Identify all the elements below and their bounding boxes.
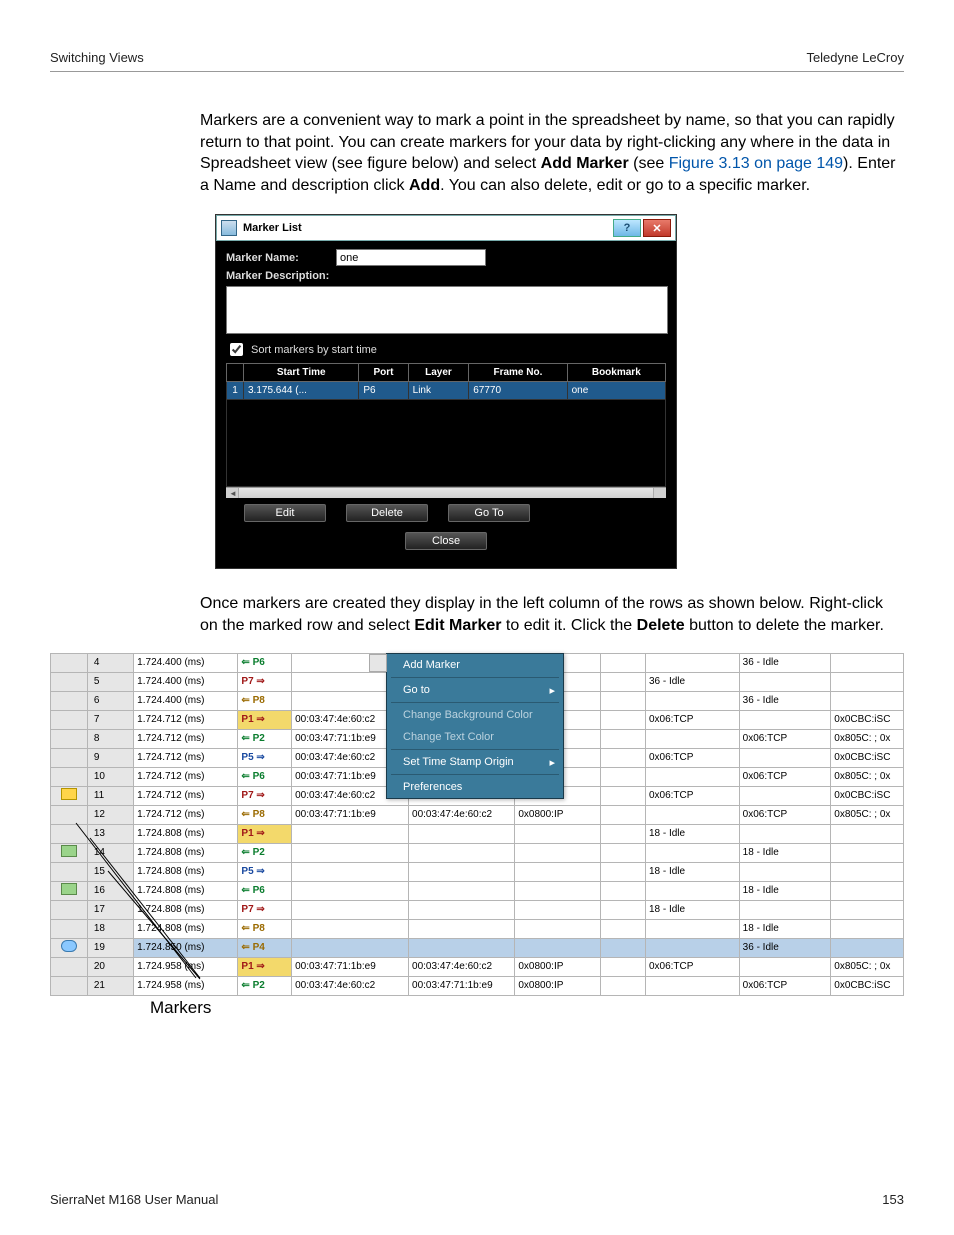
table-row[interactable]: 191.724.850 (ms)P436 - Idle (51, 938, 904, 957)
marker-list-dialog: Marker List ? ✕ Marker Name: Marker Desc… (215, 214, 677, 569)
figure-caption: Markers (150, 998, 904, 1018)
sort-by-start-checkbox[interactable]: Sort markers by start time (226, 340, 666, 359)
col-frame-no[interactable]: Frame No. (469, 364, 567, 382)
ctx-add-marker[interactable]: Add Marker (387, 654, 563, 676)
table-row[interactable]: 141.724.808 (ms)P218 - Idle (51, 843, 904, 862)
ctx-change-bg[interactable]: Change Background Color (387, 704, 563, 726)
ctx-set-time-origin[interactable]: Set Time Stamp Origin▸ (387, 751, 563, 773)
close-button[interactable]: Close (405, 532, 487, 550)
table-row[interactable]: 121.724.712 (ms)P800:03:47:71:1b:e900:03… (51, 805, 904, 824)
table-row[interactable]: 211.724.958 (ms)P200:03:47:4e:60:c200:03… (51, 976, 904, 995)
table-row[interactable]: 161.724.808 (ms)P618 - Idle (51, 881, 904, 900)
marker-icon (61, 940, 77, 952)
dialog-titlebar: Marker List ? ✕ (216, 215, 676, 241)
marker-icon (61, 883, 77, 895)
dialog-icon (221, 220, 237, 236)
close-x-button[interactable]: ✕ (643, 219, 671, 237)
table-row[interactable]: 171.724.808 (ms)P718 - Idle (51, 900, 904, 919)
marker-list-table: Start Time Port Layer Frame No. Bookmark… (226, 363, 666, 487)
col-port[interactable]: Port (359, 364, 408, 382)
col-bookmark[interactable]: Bookmark (567, 364, 665, 382)
col-start-time[interactable]: Start Time (244, 364, 359, 382)
marker-row[interactable]: 1 3.175.644 (... P6 Link 67770 one (227, 382, 666, 400)
dialog-title: Marker List (243, 222, 611, 234)
goto-button[interactable]: Go To (448, 504, 530, 522)
context-menu: Add Marker Go to▸ Change Background Colo… (386, 653, 564, 799)
col-layer[interactable]: Layer (408, 364, 469, 382)
help-button[interactable]: ? (613, 219, 641, 237)
marker-desc-label: Marker Description: (226, 270, 336, 282)
edit-button[interactable]: Edit (244, 504, 326, 522)
header-right: Teledyne LeCroy (806, 50, 904, 65)
submenu-arrow-icon: ▸ (549, 756, 555, 769)
marker-desc-input[interactable] (226, 286, 668, 334)
marker-name-label: Marker Name: (226, 252, 336, 264)
marker-icon (61, 788, 77, 800)
paragraph-markers-intro: Markers are a convenient way to mark a p… (200, 110, 904, 196)
table-row[interactable]: 201.724.958 (ms)P100:03:47:71:1b:e900:03… (51, 957, 904, 976)
sort-checkbox-input[interactable] (230, 343, 243, 356)
submenu-arrow-icon: ▸ (549, 684, 555, 697)
spreadsheet-figure: 41.724.400 (ms)P636 - Idle51.724.400 (ms… (50, 653, 904, 996)
context-menu-grip-icon (369, 654, 387, 672)
link-figure-ref[interactable]: Figure 3.13 on page 149 (669, 155, 843, 172)
ctx-preferences[interactable]: Preferences (387, 776, 563, 798)
dialog-horizontal-scrollbar[interactable]: ◄► (226, 487, 666, 498)
table-row[interactable]: 181.724.808 (ms)P818 - Idle (51, 919, 904, 938)
marker-icon (61, 845, 77, 857)
table-row[interactable]: 151.724.808 (ms)P518 - Idle (51, 862, 904, 881)
table-row[interactable]: 131.724.808 (ms)P118 - Idle (51, 824, 904, 843)
footer-page-number: 153 (882, 1192, 904, 1207)
ctx-goto[interactable]: Go to▸ (387, 679, 563, 701)
paragraph-markers-edit: Once markers are created they display in… (200, 593, 904, 636)
ctx-change-text[interactable]: Change Text Color (387, 726, 563, 748)
marker-name-input[interactable] (336, 249, 486, 266)
header-left: Switching Views (50, 50, 144, 65)
delete-button[interactable]: Delete (346, 504, 428, 522)
footer-left: SierraNet M168 User Manual (50, 1192, 218, 1207)
